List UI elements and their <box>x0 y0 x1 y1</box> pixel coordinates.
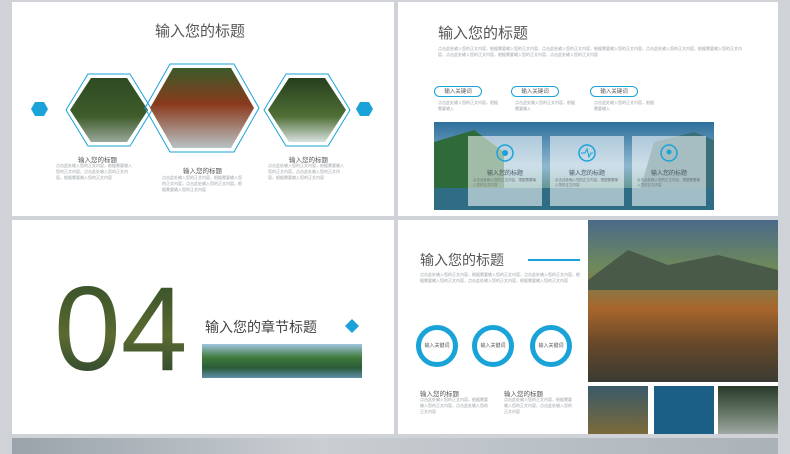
caption-title-2: 输入您的标题 <box>183 167 222 175</box>
chapter-title: 输入您的章节标题 <box>205 320 317 336</box>
color-block <box>654 386 714 434</box>
next-slide-row-preview <box>12 438 778 454</box>
pulse-icon <box>578 144 596 162</box>
keyword-text-1: 点击此处输入您的正文内容，根据需要输入 <box>438 100 498 111</box>
keyword-pill-3[interactable]: 输入关键词 <box>590 86 638 97</box>
panel-title-1: 输入您的标题 <box>486 170 523 177</box>
chapter-number-text: 04 <box>54 270 187 380</box>
slide-title: 输入您的标题 <box>420 253 504 269</box>
panel-title-2: 输入您的标题 <box>568 170 605 177</box>
keyword-text-3: 点击此处输入您的正文内容，根据需要输入 <box>594 100 654 111</box>
info-panel-1: 输入您的标题 点击此处输入您的正文内容，根据需要输入您的正文内容 <box>468 136 542 206</box>
keyword-text-2: 点击此处输入您的正文内容，根据需要输入 <box>515 100 575 111</box>
thumbnail-forest <box>588 386 648 434</box>
caption-text-2: 点击此处输入您的正文内容，根据需要输入您的正文内容，点击此处输入您的正文内容，根… <box>162 175 242 192</box>
info-panel-3: 输入您的标题 点击此处输入您的正文内容，根据需要输入您的正文内容 <box>632 136 706 206</box>
sub-text-1: 点击此处输入您的正文内容，根据需要输入您的正文内容，点击此处输入您的正文内容 <box>420 397 488 414</box>
river-photo <box>202 344 362 378</box>
slide-paragraph: 点击此处输入您的正文内容，根据需要输入您的正文内容，点击此处输入您的正文内容，根… <box>420 272 580 283</box>
sub-text-2: 点击此处输入您的正文内容，根据需要输入您的正文内容，点击此处输入您的正文内容 <box>504 397 572 414</box>
slide-paragraph: 点击此处输入您的正文内容，根据需要输入您的正文内容，点击此处输入您的正文内容，根… <box>438 46 742 57</box>
slide-thumbnail-2[interactable]: 输入您的标题 点击此处输入您的正文内容，根据需要输入您的正文内容，点击此处输入您… <box>398 2 778 216</box>
keyword-ring-2[interactable]: 输入关键词 <box>472 325 514 367</box>
slide-title: 输入您的标题 <box>438 24 529 42</box>
keyword-pill-2[interactable]: 输入关键词 <box>511 86 559 97</box>
keyword-pill-1[interactable]: 输入关键词 <box>434 86 482 97</box>
circle-badge-icon <box>496 144 514 162</box>
diamond-icon <box>345 319 359 333</box>
location-icon <box>660 144 678 162</box>
title-underline <box>528 259 580 261</box>
slide-thumbnail-3[interactable]: 04 输入您的章节标题 <box>12 220 394 434</box>
caption-text-3: 点击此处输入您的正文内容，根据需要输入您的正文内容，点击此处输入您的正文内容，根… <box>268 163 344 180</box>
panel-title-3: 输入您的标题 <box>650 170 687 177</box>
slide-thumbnail-1[interactable]: 输入您的标题 输入您的标题 点击此处输入您的正文内容，根据需要输入您的正文内容，… <box>12 2 394 216</box>
slide-thumbnail-4[interactable]: 输入您的标题 点击此处输入您的正文内容，根据需要输入您的正文内容，点击此处输入您… <box>398 220 778 434</box>
panel-text-3: 点击此处输入您的正文内容，根据需要输入您的正文内容 <box>637 178 700 187</box>
keyword-ring-3[interactable]: 输入关键词 <box>530 325 572 367</box>
chapter-number: 04 <box>54 270 187 380</box>
thumbnail-plants <box>718 386 778 434</box>
panel-text-2: 点击此处输入您的正文内容，根据需要输入您的正文内容 <box>555 178 618 187</box>
geese-landscape-photo <box>588 220 778 382</box>
keyword-ring-1[interactable]: 输入关键词 <box>416 325 458 367</box>
caption-text-1: 点击此处输入您的正文内容，根据需要输入您的正文内容，点击此处输入您的正文内容，根… <box>56 163 132 180</box>
info-panel-2: 输入您的标题 点击此处输入您的正文内容，根据需要输入您的正文内容 <box>550 136 624 206</box>
panel-text-1: 点击此处输入您的正文内容，根据需要输入您的正文内容 <box>473 178 536 187</box>
